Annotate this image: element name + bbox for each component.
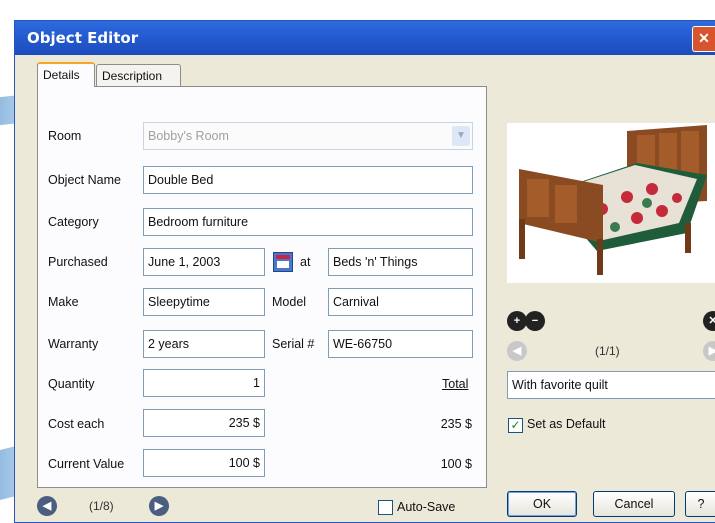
purchased-at-label: at <box>300 255 311 269</box>
title-bar[interactable]: Object Editor ✕ <box>15 21 715 55</box>
cost-total-value: 235 $ <box>440 417 472 431</box>
details-panel: Room Bobby's Room ▼ Object Name Double B… <box>37 86 487 488</box>
photo-counter: (1/1) <box>595 344 620 358</box>
add-photo-icon[interactable]: + <box>507 311 527 331</box>
prev-photo-icon[interactable]: ◀ <box>507 341 527 361</box>
tab-details[interactable]: Details <box>37 62 95 87</box>
help-button[interactable]: ? <box>685 491 715 517</box>
make-field[interactable]: Sleepytime <box>143 288 265 316</box>
cost-each-label: Cost each <box>48 417 105 431</box>
room-value: Bobby's Room <box>148 129 229 143</box>
serial-label: Serial # <box>272 337 315 351</box>
quantity-label: Quantity <box>48 377 95 391</box>
store-field[interactable]: Beds 'n' Things <box>328 248 473 276</box>
tab-description[interactable]: Description <box>96 64 181 86</box>
current-value-field[interactable]: 100 $ <box>143 449 265 477</box>
current-value-total: 100 $ <box>440 457 472 471</box>
set-default-label: Set as Default <box>527 417 606 431</box>
autosave-checkbox[interactable] <box>378 500 393 515</box>
close-icon[interactable]: ✕ <box>692 26 715 52</box>
model-label: Model <box>272 295 307 309</box>
remove-photo-icon[interactable]: − <box>525 311 545 331</box>
autosave-label: Auto-Save <box>397 500 456 514</box>
set-default-checkbox[interactable]: ✓ <box>508 418 523 433</box>
room-select[interactable]: Bobby's Room ▼ <box>143 122 473 150</box>
object-name-field[interactable]: Double Bed <box>143 166 473 194</box>
model-field[interactable]: Carnival <box>328 288 473 316</box>
bed-image <box>507 123 715 283</box>
object-photo <box>507 123 715 283</box>
cancel-button[interactable]: Cancel <box>593 491 675 517</box>
purchase-date-field[interactable]: June 1, 2003 <box>143 248 265 276</box>
photo-caption-field[interactable]: With favorite quilt <box>507 371 715 399</box>
current-value-label: Current Value <box>48 457 125 471</box>
make-label: Make <box>48 295 79 309</box>
chevron-down-icon[interactable]: ▼ <box>452 126 470 146</box>
quantity-field[interactable]: 1 <box>143 369 265 397</box>
total-column-header: Total <box>442 377 469 391</box>
object-name-label: Object Name <box>48 173 121 187</box>
serial-field[interactable]: WE-66750 <box>328 330 473 358</box>
record-counter: (1/8) <box>89 499 114 513</box>
delete-photo-icon[interactable]: ✕ <box>703 311 715 331</box>
calendar-icon[interactable] <box>273 252 293 272</box>
ok-button[interactable]: OK <box>507 491 577 517</box>
warranty-label: Warranty <box>48 337 99 351</box>
cost-each-field[interactable]: 235 $ <box>143 409 265 437</box>
object-editor-window: Object Editor ✕ Details Description Room… <box>14 20 715 523</box>
category-label: Category <box>48 215 99 229</box>
purchased-label: Purchased <box>48 255 108 269</box>
next-photo-icon[interactable]: ▶ <box>703 341 715 361</box>
window-title: Object Editor <box>27 29 139 47</box>
next-record-icon[interactable]: ▶ <box>149 496 169 516</box>
category-field[interactable]: Bedroom furniture <box>143 208 473 236</box>
prev-record-icon[interactable]: ◀ <box>37 496 57 516</box>
warranty-field[interactable]: 2 years <box>143 330 265 358</box>
room-label: Room <box>48 129 82 143</box>
